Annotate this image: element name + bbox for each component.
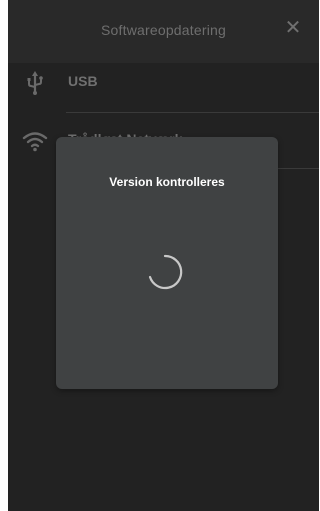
menu-item-label: USB [68, 73, 98, 89]
dialog-title: Version kontrolleres [109, 175, 225, 189]
page-title: Softwareopdatering [100, 22, 226, 38]
close-icon[interactable]: ✕ [283, 18, 303, 38]
checking-version-dialog: Version kontrolleres [56, 137, 278, 389]
software-update-screen: Softwareopdatering ✕ USB Version kontrol… [8, 0, 319, 511]
menu-item-usb[interactable]: USB [8, 54, 319, 110]
usb-icon [27, 71, 43, 95]
loading-spinner-icon [148, 254, 183, 290]
wifi-icon [22, 132, 48, 152]
